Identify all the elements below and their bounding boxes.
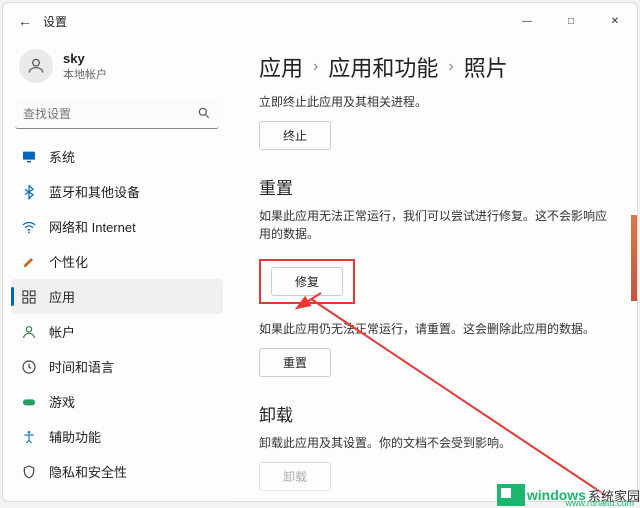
game-icon (21, 394, 37, 410)
search-icon[interactable] (197, 106, 211, 125)
profile-sub: 本地帐户 (63, 66, 107, 82)
nav-list: 系统蓝牙和其他设备网络和 Internet 个性化应用帐户时间和语言游戏辅助功能隐… (11, 139, 223, 501)
main-content: 应用 › 应用和功能 › 照片 立即终止此应用及其相关进程。 终止 重置 如果此… (231, 39, 637, 501)
terminate-button[interactable]: 终止 (259, 121, 331, 150)
sidebar-item-label: 系统 (49, 147, 75, 166)
sidebar-item-6[interactable]: 时间和语言 (11, 349, 223, 384)
reset-desc-reset: 如果此应用仍无法正常运行，请重置。这会删除此应用的数据。 (259, 320, 613, 338)
sidebar-item-label: 蓝牙和其他设备 (49, 182, 140, 201)
update-icon (21, 499, 37, 502)
sidebar-item-label: 网络和 Internet (49, 217, 136, 236)
profile-text: sky 本地帐户 (63, 51, 107, 82)
sidebar-item-label: 隐私和安全性 (49, 462, 127, 481)
reset-button[interactable]: 重置 (259, 348, 331, 377)
watermark: windows 系统家园 www.ruhaitu.com (497, 484, 640, 506)
uninstall-section-title: 卸载 (259, 401, 613, 426)
access-icon (21, 429, 37, 445)
back-button[interactable]: ← (11, 13, 39, 29)
sidebar: sky 本地帐户 系统蓝牙和其他设备网络和 Internet 个性化应用帐户时间和… (3, 39, 231, 501)
monitor-icon (21, 149, 37, 165)
bluetooth-icon (21, 184, 37, 200)
person-icon (21, 324, 37, 340)
wifi-icon (21, 219, 37, 235)
watermark-logo-icon (497, 484, 525, 506)
crumb-photos: 照片 (464, 51, 508, 83)
chevron-right-icon: › (313, 58, 318, 76)
uninstall-desc: 卸载此应用及其设置。你的文档不会受到影响。 (259, 434, 613, 452)
settings-window: ← 设置 — □ ✕ sky 本地帐户 (2, 2, 638, 502)
window-title: 设置 (43, 13, 67, 30)
sidebar-item-label: 应用 (49, 287, 75, 306)
maximize-button[interactable]: □ (549, 3, 593, 39)
repair-highlight: 修复 (259, 259, 355, 304)
repair-button[interactable]: 修复 (271, 267, 343, 296)
decorative-edge (631, 215, 637, 301)
shield-icon (21, 464, 37, 480)
titlebar: ← 设置 — □ ✕ (3, 3, 637, 39)
sidebar-item-7[interactable]: 游戏 (11, 384, 223, 419)
breadcrumb: 应用 › 应用和功能 › 照片 (259, 51, 613, 83)
sidebar-item-label: 游戏 (49, 392, 75, 411)
brush-icon (21, 254, 37, 270)
sidebar-item-3[interactable]: 个性化 (11, 244, 223, 279)
minimize-button[interactable]: — (505, 3, 549, 39)
sidebar-item-2[interactable]: 网络和 Internet (11, 209, 223, 244)
sidebar-item-5[interactable]: 帐户 (11, 314, 223, 349)
profile-name: sky (63, 51, 107, 66)
terminate-desc: 立即终止此应用及其相关进程。 (259, 93, 613, 111)
sidebar-item-4[interactable]: 应用 (11, 279, 223, 314)
chevron-right-icon: › (448, 58, 453, 76)
sidebar-item-0[interactable]: 系统 (11, 139, 223, 174)
body: sky 本地帐户 系统蓝牙和其他设备网络和 Internet个性化应用帐户时间和… (3, 39, 637, 501)
sidebar-item-label: 辅助功能 (49, 427, 101, 446)
sidebar-item-8[interactable]: 辅助功能 (11, 419, 223, 454)
search-input[interactable] (15, 99, 219, 129)
reset-section-title: 重置 (259, 174, 613, 199)
watermark-url: www.ruhaitu.com (565, 498, 634, 508)
close-button[interactable]: ✕ (593, 3, 637, 39)
sidebar-item-label: 时间和语言 (49, 357, 114, 376)
sidebar-item-1[interactable]: 蓝牙和其他设备 (11, 174, 223, 209)
person-icon (26, 56, 46, 76)
profile[interactable]: sky 本地帐户 (11, 43, 223, 95)
sidebar-item-label: 帐户 (49, 322, 75, 341)
sidebar-item-label: Windows 更新 (49, 497, 131, 501)
window-controls: — □ ✕ (505, 3, 637, 39)
search-wrap (15, 99, 219, 129)
sidebar-item-label: 个性化 (49, 252, 88, 271)
clock-icon (21, 359, 37, 375)
sidebar-item-10[interactable]: Windows 更新 (11, 489, 223, 501)
sidebar-item-9[interactable]: 隐私和安全性 (11, 454, 223, 489)
avatar (19, 49, 53, 83)
crumb-apps-features[interactable]: 应用和功能 (328, 51, 438, 83)
crumb-apps[interactable]: 应用 (259, 51, 303, 83)
reset-desc-repair: 如果此应用无法正常运行，我们可以尝试进行修复。这不会影响应用的数据。 (259, 207, 613, 243)
apps-icon (21, 289, 37, 305)
